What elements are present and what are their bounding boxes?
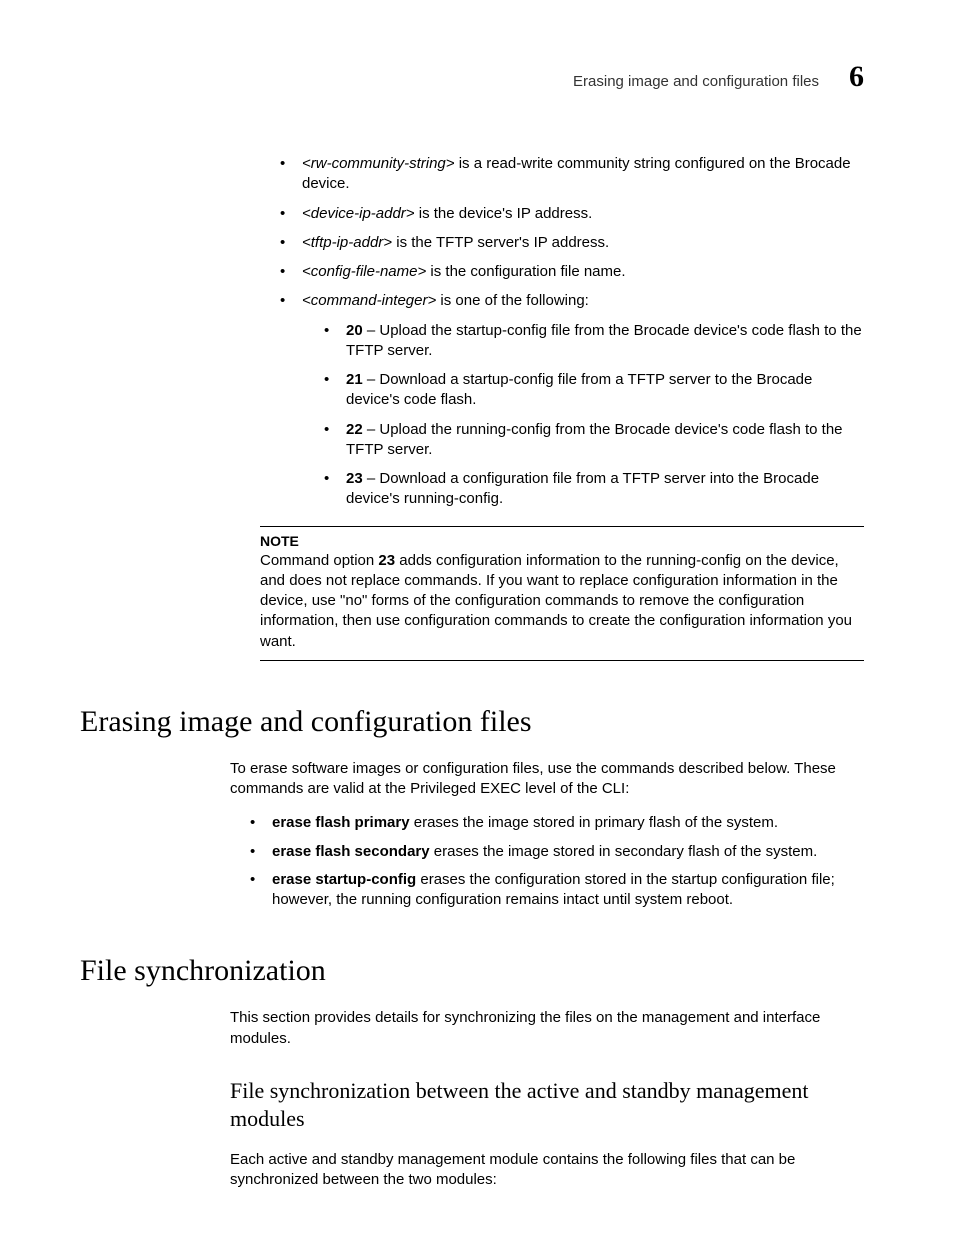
option-num: 21 [346, 371, 363, 388]
param-term: <device-ip-addr> [302, 205, 415, 222]
chapter-number: 6 [849, 60, 864, 94]
erase-intro: To erase software images or configuratio… [230, 759, 864, 800]
list-item: erase flash primary erases the image sto… [250, 813, 864, 833]
note-block: NOTE Command option 23 adds configuratio… [260, 526, 864, 661]
option-num: 23 [346, 470, 363, 487]
param-desc: is the device's IP address. [415, 205, 593, 222]
list-item: 20 – Upload the startup-config file from… [324, 321, 864, 362]
parameter-list-block: <rw-community-string> is a read-write co… [260, 154, 864, 510]
section-heading-sync: File synchronization [80, 954, 874, 988]
list-item: 23 – Download a configuration file from … [324, 469, 864, 510]
param-term: <rw-community-string> [302, 155, 455, 172]
list-item: <device-ip-addr> is the device's IP addr… [280, 204, 864, 224]
param-term: <config-file-name> [302, 263, 426, 280]
header-title: Erasing image and configuration files [573, 73, 819, 90]
list-item: erase flash secondary erases the image s… [250, 842, 864, 862]
note-text: Command option 23 adds configuration inf… [260, 551, 864, 652]
param-desc: is the configuration file name. [426, 263, 625, 280]
command-integer-list: 20 – Upload the startup-config file from… [302, 321, 864, 510]
param-desc: is the TFTP server's IP address. [392, 234, 609, 251]
note-pre: Command option [260, 552, 378, 569]
list-item: <tftp-ip-addr> is the TFTP server's IP a… [280, 233, 864, 253]
option-desc: – Upload the running-config from the Bro… [346, 421, 843, 458]
option-num: 20 [346, 322, 363, 339]
section-heading-erasing: Erasing image and configuration files [80, 705, 874, 739]
param-term: <command-integer> [302, 292, 436, 309]
list-item: 22 – Upload the running-config from the … [324, 420, 864, 461]
erase-command-list: erase flash primary erases the image sto… [250, 813, 864, 910]
option-desc: – Upload the startup-config file from th… [346, 322, 862, 359]
list-item: <command-integer> is one of the followin… [280, 291, 864, 509]
sync-intro: This section provides details for synchr… [230, 1008, 864, 1049]
note-label: NOTE [260, 533, 864, 549]
sync-body: Each active and standby management modul… [230, 1150, 864, 1191]
command-name: erase flash primary [272, 814, 410, 831]
page-header: Erasing image and configuration files 6 [80, 60, 874, 94]
param-desc: is one of the following: [436, 292, 589, 309]
command-name: erase startup-config [272, 871, 416, 888]
option-desc: – Download a startup-config file from a … [346, 371, 812, 408]
parameter-list: <rw-community-string> is a read-write co… [260, 154, 864, 510]
list-item: <rw-community-string> is a read-write co… [280, 154, 864, 195]
list-item: erase startup-config erases the configur… [250, 870, 864, 911]
list-item: <config-file-name> is the configuration … [280, 262, 864, 282]
command-desc: erases the image stored in secondary fla… [430, 843, 818, 860]
list-item: 21 – Download a startup-config file from… [324, 370, 864, 411]
command-name: erase flash secondary [272, 843, 430, 860]
subsection-heading: File synchronization between the active … [230, 1077, 864, 1134]
command-desc: erases the image stored in primary flash… [410, 814, 779, 831]
option-desc: – Download a configuration file from a T… [346, 470, 819, 507]
option-num: 22 [346, 421, 363, 438]
note-opt: 23 [378, 552, 395, 569]
param-term: <tftp-ip-addr> [302, 234, 392, 251]
